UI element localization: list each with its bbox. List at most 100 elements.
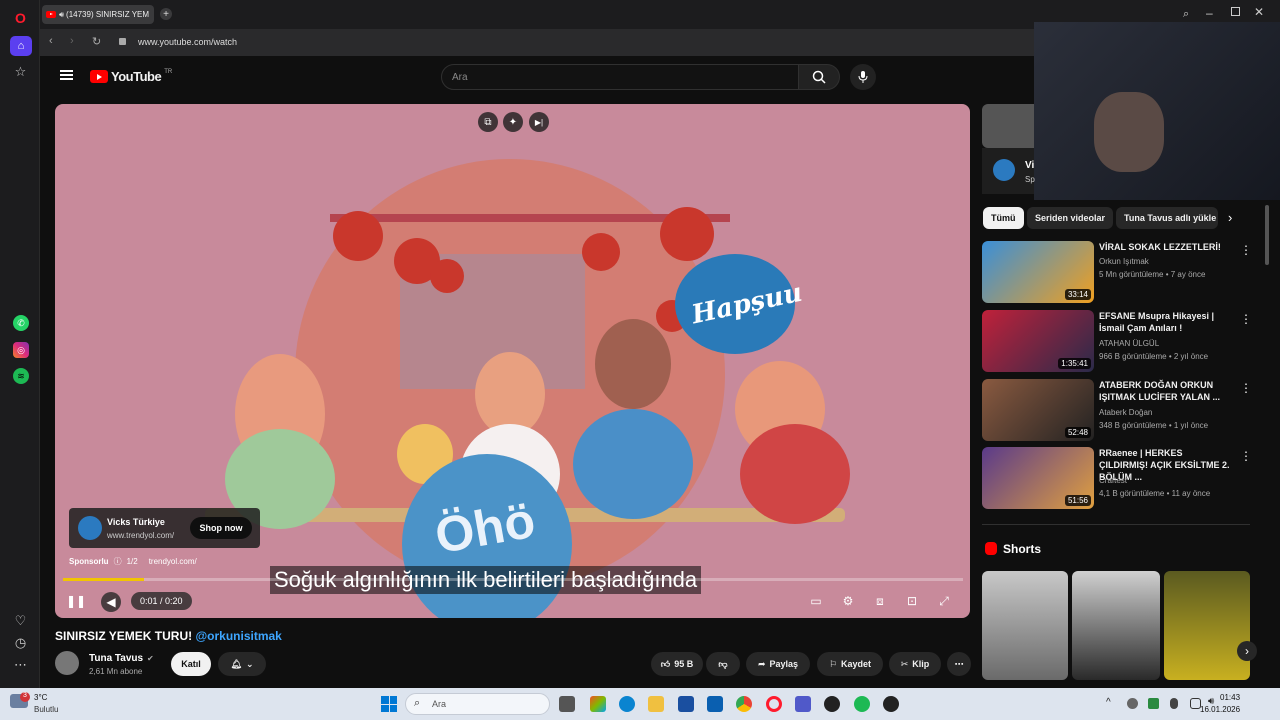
video-player[interactable]: Hapşuu Öhö ⧉ ✦ ▶| Vicks Türkiye www.tren… — [55, 104, 970, 618]
outlook-icon[interactable] — [707, 696, 723, 712]
video-thumbnail[interactable]: 1:35:41 — [982, 310, 1094, 372]
store-icon[interactable] — [678, 696, 694, 712]
volume-icon[interactable]: ◀ — [101, 592, 121, 612]
short-thumbnail[interactable] — [1072, 571, 1160, 680]
save-button[interactable]: ⚐ Kaydet — [817, 652, 883, 676]
search-button[interactable] — [798, 64, 840, 90]
title-handle-link[interactable]: @orkunisitmak — [195, 629, 281, 643]
info-icon[interactable]: ⓘ — [114, 556, 122, 567]
bookmark-star-icon[interactable]: ☆ — [13, 64, 28, 79]
close-window-icon[interactable]: ✕ — [1254, 5, 1264, 19]
progress-bar[interactable] — [63, 578, 963, 581]
short-thumbnail[interactable] — [982, 571, 1068, 680]
instagram-icon[interactable]: ◎ — [13, 342, 29, 358]
taskbar-search[interactable]: ⌕ Ara — [405, 693, 550, 715]
weather-desc[interactable]: Bulutlu — [34, 705, 58, 714]
tray-chevron-up-icon[interactable]: ^ — [1106, 697, 1111, 708]
companion-ad-thumbnail[interactable] — [982, 104, 1034, 148]
spotify-taskbar-icon[interactable] — [854, 696, 870, 712]
channel-avatar[interactable] — [55, 651, 79, 675]
windows-start-icon[interactable] — [381, 696, 397, 712]
video-title[interactable]: VİRAL SOKAK LEZZETLERİ! — [1099, 241, 1234, 253]
video-title[interactable]: ATABERK DOĞAN ORKUN IŞITMAK LUCİFER YALA… — [1099, 379, 1234, 403]
chip-channel-uploads[interactable]: Tuna Tavus adlı yükle — [1116, 207, 1218, 229]
companion-ad-card[interactable]: Vi Sp — [982, 148, 1035, 194]
join-button[interactable]: Katıl — [171, 652, 211, 676]
search-input[interactable]: Ara — [441, 64, 799, 90]
edge-icon[interactable] — [619, 696, 635, 712]
video-channel[interactable]: ATAHAN ÜLGÜL — [1099, 339, 1159, 348]
chevron-right-icon[interactable]: › — [1228, 210, 1232, 225]
history-clock-icon[interactable]: ◷ — [13, 635, 28, 650]
youtube-logo[interactable]: YouTube TR — [90, 69, 172, 84]
video-thumbnail[interactable]: 52:48 — [982, 379, 1094, 441]
tray-mic-icon[interactable] — [1170, 698, 1178, 709]
shorts-next-icon[interactable]: › — [1237, 641, 1257, 661]
chip-all[interactable]: Tümü — [983, 207, 1024, 229]
back-icon[interactable]: ‹ — [49, 35, 53, 47]
opera-logo-icon[interactable]: O — [13, 10, 28, 26]
list-item[interactable]: 1:35:41 EFSANE Msupra Hikayesi | İsmail … — [982, 310, 1252, 372]
forward-icon[interactable]: › — [70, 35, 74, 47]
short-thumbnail[interactable] — [1164, 571, 1250, 680]
new-tab-plus-icon[interactable]: + — [160, 8, 172, 20]
video-thumbnail[interactable]: 51:56 — [982, 447, 1094, 509]
video-channel[interactable]: Orkun Işıtmak — [1099, 257, 1149, 266]
copilot-icon[interactable] — [590, 696, 606, 712]
ad-domain[interactable]: trendyol.com/ — [149, 557, 197, 566]
pause-icon[interactable]: ❚❚ — [66, 592, 86, 610]
chip-series[interactable]: Seriden videolar — [1027, 207, 1114, 229]
dislike-button[interactable]: 👎︎ — [706, 652, 740, 676]
miniplayer-icon[interactable]: ⧈ — [871, 592, 889, 610]
tray-app-icon[interactable] — [1127, 698, 1138, 709]
channel-name[interactable]: Tuna Tavus — [89, 653, 143, 664]
chrome-icon[interactable] — [736, 696, 752, 712]
tab-youtube[interactable]: 🔊︎ (14739) SINIRSIZ YEM — [42, 5, 154, 24]
captions-icon[interactable]: ▭ — [807, 592, 825, 610]
shop-now-button[interactable]: Shop now — [190, 517, 252, 539]
spotify-icon[interactable]: ≋ — [13, 368, 29, 384]
skip-forward-icon[interactable]: ▶| — [529, 112, 549, 132]
clip-button[interactable]: ✂ Klip — [889, 652, 941, 676]
voice-search-button[interactable] — [850, 64, 876, 90]
sparkle-icon[interactable]: ✦ — [503, 112, 523, 132]
sponsor-card[interactable]: Vicks Türkiye www.trendyol.com/ Shop now — [69, 508, 260, 548]
weather-temp[interactable]: 3°C — [34, 693, 47, 702]
video-thumbnail[interactable]: 33:14 — [982, 241, 1094, 303]
search-tabs-icon[interactable]: ⌕ — [1183, 8, 1189, 21]
heart-icon[interactable]: ♡ — [13, 613, 28, 628]
like-button[interactable]: 👍︎ 95 B — [651, 652, 703, 676]
kebab-menu-icon[interactable]: ⋮ — [1240, 449, 1252, 463]
app-taskbar-icon[interactable] — [883, 696, 899, 712]
video-channel[interactable]: Ataberk Doğan — [1099, 408, 1152, 417]
notification-bell-button[interactable]: 🔔︎ ⌄ — [218, 652, 266, 676]
clock-date[interactable]: 16.01.2026 — [1200, 705, 1240, 714]
copy-layers-icon[interactable]: ⧉ — [478, 112, 498, 132]
reload-icon[interactable]: ↻ — [92, 35, 101, 48]
teams-icon[interactable] — [795, 696, 811, 712]
task-view-icon[interactable] — [559, 696, 575, 712]
settings-gear-icon[interactable]: ⚙ — [839, 592, 857, 610]
clock-time[interactable]: 01:43 — [1220, 693, 1240, 702]
share-button[interactable]: ➦ Paylaş — [746, 652, 810, 676]
tray-sync-icon[interactable] — [1148, 698, 1159, 709]
kebab-menu-icon[interactable]: ⋮ — [1240, 243, 1252, 257]
file-explorer-icon[interactable] — [648, 696, 664, 712]
more-actions-button[interactable]: ⋯ — [947, 652, 971, 676]
whatsapp-icon[interactable]: ✆ — [13, 315, 29, 331]
video-channel[interactable]: Craftest — [1099, 476, 1127, 485]
fullscreen-icon[interactable]: ⤢ — [935, 592, 953, 610]
list-item[interactable]: 52:48 ATABERK DOĞAN ORKUN IŞITMAK LUCİFE… — [982, 379, 1252, 441]
home-icon[interactable]: ⌂ — [10, 36, 32, 56]
url-field[interactable]: www.youtube.com/watch — [138, 37, 237, 47]
steam-icon[interactable] — [824, 696, 840, 712]
list-item[interactable]: 33:14 VİRAL SOKAK LEZZETLERİ! Orkun Işıt… — [982, 241, 1252, 303]
maximize-icon[interactable] — [1231, 7, 1240, 16]
kebab-menu-icon[interactable]: ⋮ — [1240, 381, 1252, 395]
kebab-menu-icon[interactable]: ⋮ — [1240, 312, 1252, 326]
video-title[interactable]: EFSANE Msupra Hikayesi | İsmail Çam Anıl… — [1099, 310, 1234, 334]
list-item[interactable]: 51:56 RRaenee | HERKES ÇILDIRMIŞ! AÇIK E… — [982, 447, 1252, 509]
scrollbar[interactable] — [1265, 205, 1269, 265]
cast-icon[interactable]: ⊡ — [903, 592, 921, 610]
more-dots-icon[interactable]: ⋯ — [13, 657, 28, 672]
